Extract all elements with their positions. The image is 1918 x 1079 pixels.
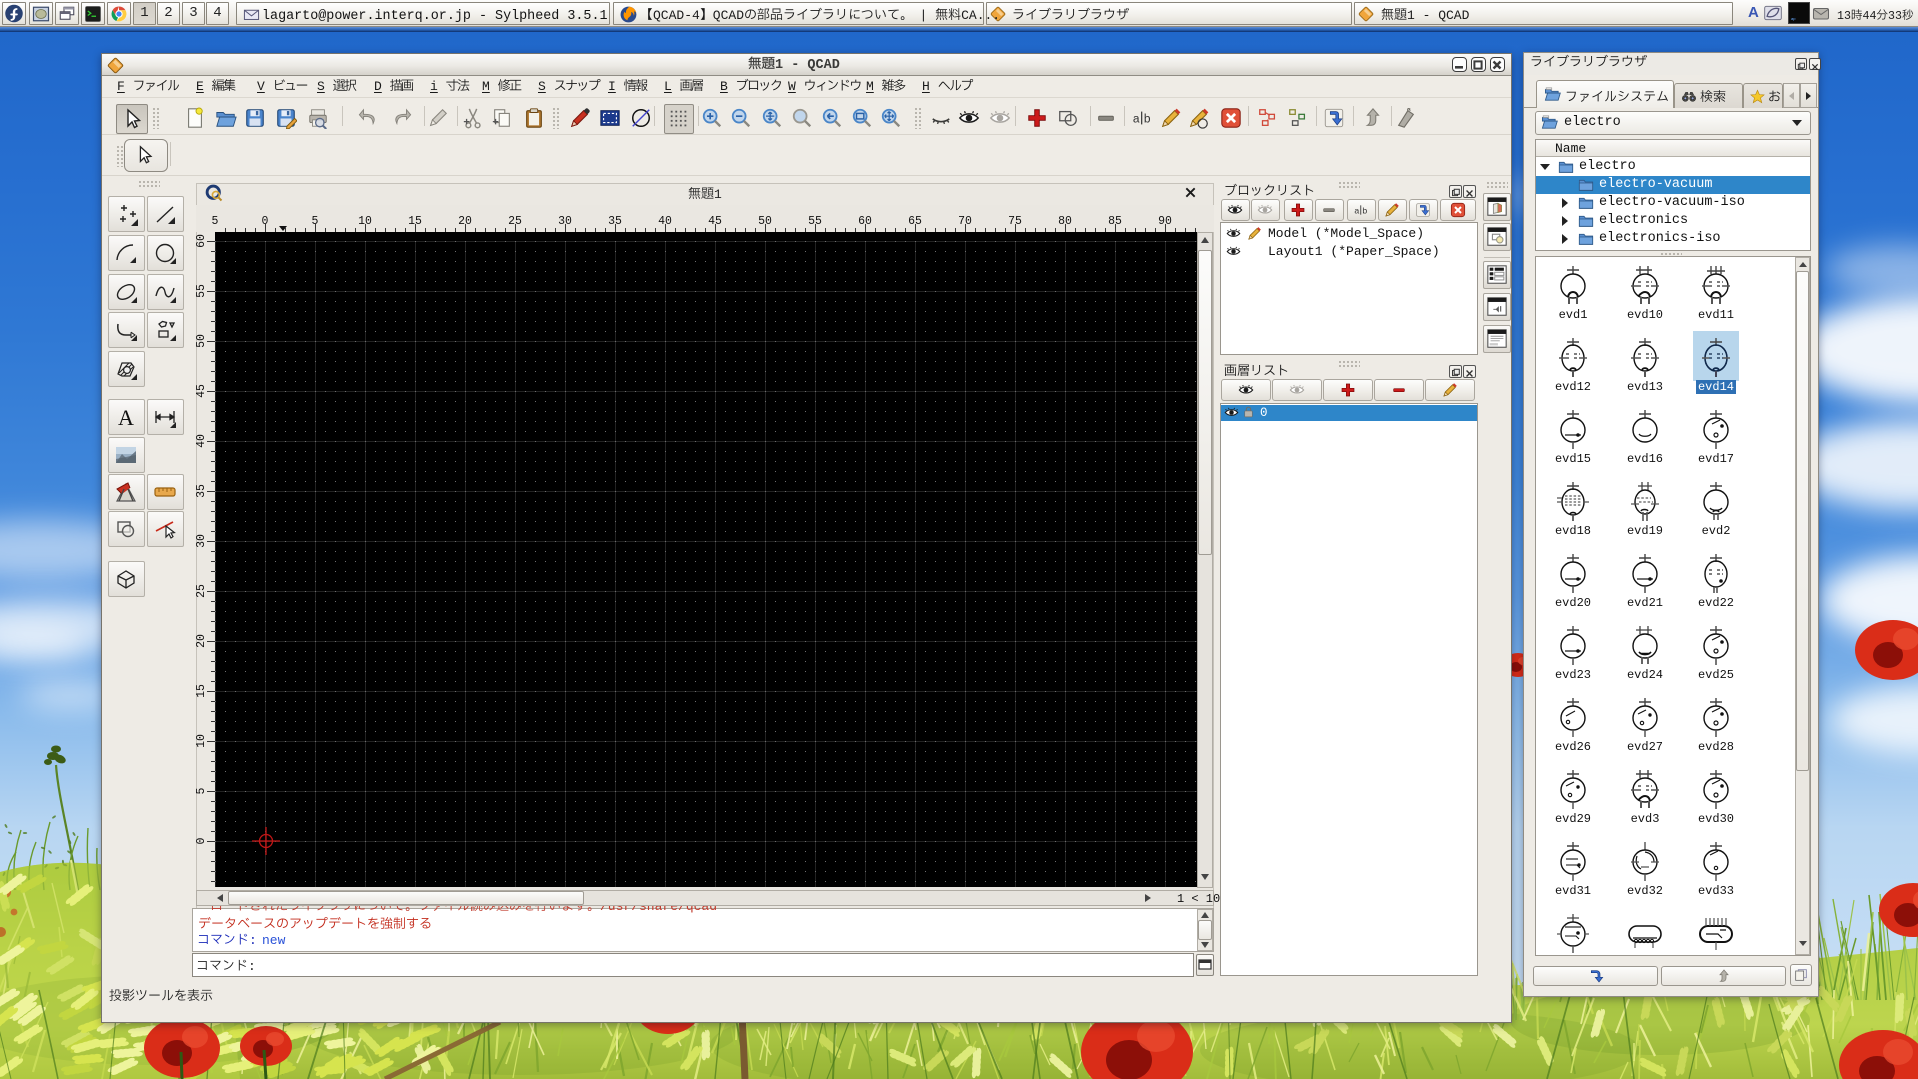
svg-text:55: 55 [196,284,208,298]
svg-text:40: 40 [196,434,208,448]
svg-text:QCAD-4: QCAD-4 [653,8,700,23]
svg-text:A: A [118,405,134,429]
svg-text:1: 1 [714,187,722,202]
svg-text:I: I [608,79,616,94]
svg-text:0: 0 [196,837,208,844]
svg-text:35: 35 [196,484,208,498]
svg-text:lagarto@power.interq.or.jp - S: lagarto@power.interq.or.jp - Sylpheed 3.… [262,9,608,24]
svg-text:30: 30 [196,534,208,548]
svg-text:44: 44 [1863,10,1877,23]
svg-text:10: 10 [196,734,208,748]
svg-text:M: M [482,79,490,94]
svg-text:D: D [374,79,382,94]
svg-text:15: 15 [196,684,208,698]
svg-text:E: E [196,79,204,94]
svg-text:F: F [117,79,125,94]
svg-text:QCAD: QCAD [713,8,744,23]
svg-text:S: S [538,79,546,94]
svg-text::: : [248,959,256,974]
svg-text:CA...: CA... [961,8,1000,23]
svg-text:S: S [317,79,325,94]
svg-text:i: i [430,79,438,94]
svg-text:new: new [262,933,286,948]
svg-text:M: M [866,79,874,94]
svg-text:45: 45 [196,384,208,398]
svg-text:B: B [720,79,728,94]
svg-text:1 - QCAD: 1 - QCAD [775,58,840,73]
svg-text:H: H [922,79,930,94]
svg-text:W: W [788,79,796,94]
svg-text:L: L [664,79,672,94]
svg-text:25: 25 [196,584,208,598]
svg-text:/usr/share/qcad: /usr/share/qcad [600,906,717,913]
svg-text:5: 5 [196,787,208,794]
svg-text:|: | [920,8,928,23]
svg-text:50: 50 [196,334,208,348]
svg-text::: : [249,933,257,948]
svg-text:5: 5 [212,215,219,228]
svg-text:13: 13 [1837,10,1851,23]
svg-text:20: 20 [196,634,208,648]
svg-text:1 - QCAD: 1 - QCAD [1407,8,1470,23]
svg-text:33: 33 [1888,10,1902,23]
svg-text:V: V [257,79,265,94]
svg-text:60: 60 [196,234,208,248]
